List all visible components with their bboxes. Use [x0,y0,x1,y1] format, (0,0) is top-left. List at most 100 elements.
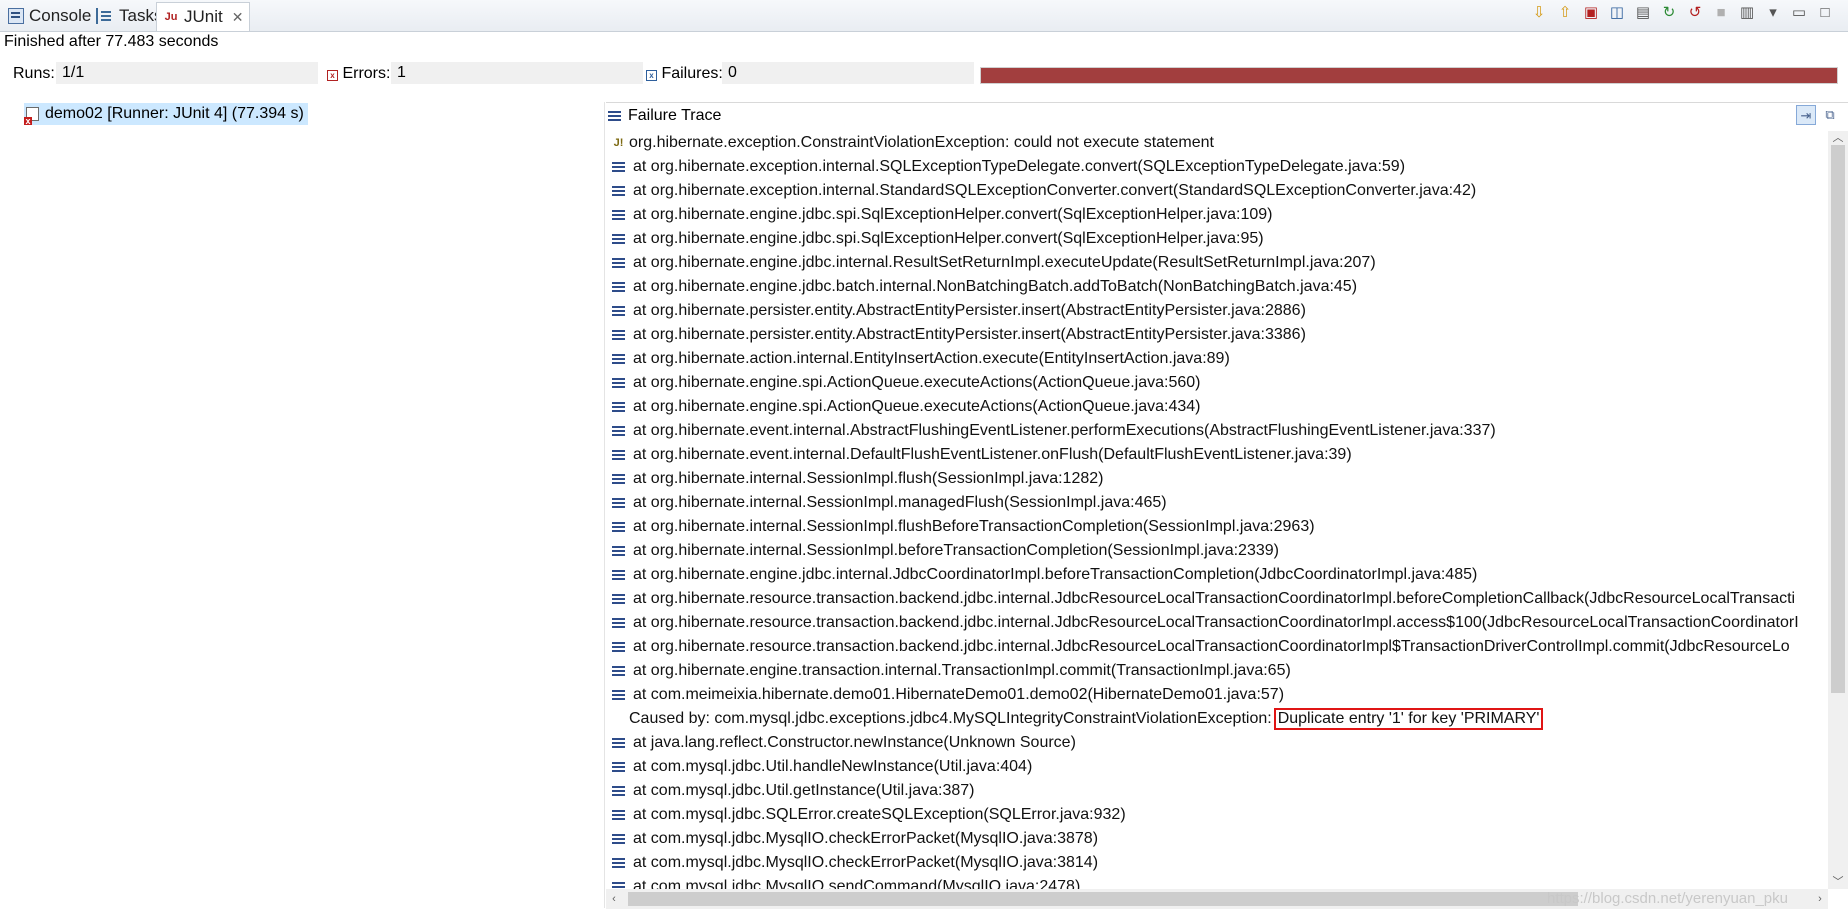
stack-frame-icon [612,737,625,749]
stack-frame-line[interactable]: at org.hibernate.engine.spi.ActionQueue.… [606,395,1824,419]
stack-frame-line[interactable]: at org.hibernate.engine.jdbc.spi.SqlExce… [606,227,1824,251]
vertical-scrollbar[interactable]: ︿ ﹀ [1828,131,1848,889]
stack-frame-icon [612,473,625,485]
trace-line-text: at org.hibernate.engine.jdbc.internal.Jd… [633,566,1478,583]
stack-frame-line[interactable]: at com.mysql.jdbc.MysqlIO.checkErrorPack… [606,851,1824,875]
horizontal-scrollbar[interactable]: ‹ https://blog.csdn.net/yerenyuan_pku › [606,889,1828,909]
filter-stack-trace-icon[interactable]: ⇥ [1796,105,1816,125]
caused-by-line[interactable]: Caused by: com.mysql.jdbc.exceptions.jdb… [606,707,1824,731]
trace-line-text: at com.mysql.jdbc.MysqlIO.checkErrorPack… [633,830,1099,847]
trace-line-text: at org.hibernate.engine.transaction.inte… [633,662,1291,679]
stack-frame-icon [612,857,625,869]
failure-icon: x [646,70,657,81]
trace-line-text: at org.hibernate.resource.transaction.ba… [633,614,1799,631]
horizontal-scroll-thumb[interactable] [628,892,1578,906]
stack-frame-line[interactable]: at org.hibernate.persister.entity.Abstra… [606,323,1824,347]
stop-icon[interactable]: ■ [1712,4,1730,22]
stack-trace-icon [608,110,621,122]
tasks-icon [96,8,114,24]
stack-frame-line[interactable]: at org.hibernate.resource.transaction.ba… [606,611,1824,635]
layout-icon[interactable]: ▥ [1738,4,1756,22]
stack-frame-icon [612,593,625,605]
trace-line-text: at org.hibernate.engine.spi.ActionQueue.… [633,374,1201,391]
exception-line[interactable]: J! org.hibernate.exception.ConstraintViol… [606,131,1824,155]
trace-line-text: at java.lang.reflect.Constructor.newInst… [633,734,1076,751]
test-tree-item[interactable]: demo02 [Runner: JUnit 4] (77.394 s) [24,103,308,125]
previous-failure-icon[interactable]: ⇧ [1556,4,1574,22]
scroll-up-icon[interactable]: ︿ [1828,131,1848,145]
scroll-down-icon[interactable]: ﹀ [1828,875,1848,889]
stack-frame-line[interactable]: at org.hibernate.exception.internal.Stan… [606,179,1824,203]
stack-frame-icon [612,641,625,653]
stack-frame-line[interactable]: at org.hibernate.action.internal.EntityI… [606,347,1824,371]
stack-frame-icon [612,209,625,221]
stack-frame-line[interactable]: at com.mysql.jdbc.Util.handleNewInstance… [606,755,1824,779]
stack-frame-line[interactable]: at org.hibernate.event.internal.Abstract… [606,419,1824,443]
finished-status: Finished after 77.483 seconds [4,33,219,50]
trace-line-text: at com.mysql.jdbc.Util.getInstance(Util.… [633,782,975,799]
stack-frame-line[interactable]: at org.hibernate.internal.SessionImpl.ma… [606,491,1824,515]
stack-frame-line[interactable]: at org.hibernate.event.internal.DefaultF… [606,443,1824,467]
view-tab-bar: Console Tasks Ju JUnit ✕ ⇩ ⇧ ▣ ◫ ▤ ↻ ↺ ■… [0,0,1848,32]
stack-frame-line[interactable]: at org.hibernate.engine.jdbc.internal.Re… [606,251,1824,275]
maximize-icon[interactable]: □ [1816,4,1834,22]
trace-line-text: at org.hibernate.internal.SessionImpl.fl… [633,518,1315,535]
tab-junit[interactable]: Ju JUnit ✕ [156,2,251,31]
stack-frame-line[interactable]: at com.mysql.jdbc.MysqlIO.checkErrorPack… [606,827,1824,851]
stack-frame-line[interactable]: at com.meimeixia.hibernate.demo01.Hibern… [606,683,1824,707]
trace-line-text: Caused by: com.mysql.jdbc.exceptions.jdb… [629,710,1272,727]
stack-frame-line[interactable]: at org.hibernate.internal.SessionImpl.fl… [606,467,1824,491]
failures-value: 0 [722,62,974,84]
stack-frame-line[interactable]: at com.mysql.jdbc.Util.getInstance(Util.… [606,779,1824,803]
pane-splitter[interactable] [604,102,605,908]
stack-frame-icon [612,761,625,773]
error-icon: x [327,70,338,81]
trace-line-text: at org.hibernate.resource.transaction.ba… [633,638,1790,655]
trace-line-text: at org.hibernate.persister.entity.Abstra… [633,326,1306,343]
rerun-failed-first-icon[interactable]: ↺ [1686,4,1704,22]
stack-frame-icon [612,161,625,173]
show-failures-only-icon[interactable]: ▣ [1582,4,1600,22]
stack-frame-line[interactable]: at org.hibernate.persister.entity.Abstra… [606,299,1824,323]
stack-frame-line[interactable]: at org.hibernate.internal.SessionImpl.be… [606,539,1824,563]
scroll-right-icon[interactable]: › [1812,892,1828,906]
close-icon[interactable]: ✕ [232,9,244,26]
stack-frame-line[interactable]: at org.hibernate.engine.jdbc.internal.Jd… [606,563,1824,587]
failures-label-group: x Failures: [646,65,723,83]
stack-frame-line[interactable]: at org.hibernate.engine.transaction.inte… [606,659,1824,683]
stack-frame-line[interactable]: at java.lang.reflect.Constructor.newInst… [606,731,1824,755]
trace-line-text: at org.hibernate.resource.transaction.ba… [633,590,1796,607]
failures-label: Failures: [661,65,723,82]
counter-panel: Runs: 1/1 x Errors: 1 x Failures: 0 [0,55,1848,92]
stack-frame-line[interactable]: at org.hibernate.engine.jdbc.batch.inter… [606,275,1824,299]
stack-frame-line[interactable]: at com.mysql.jdbc.MysqlIO.sendCommand(My… [606,875,1824,889]
trace-line-text: at com.mysql.jdbc.Util.handleNewInstance… [633,758,1033,775]
trace-line-text: at com.mysql.jdbc.MysqlIO.checkErrorPack… [633,854,1099,871]
trace-line-text: at org.hibernate.internal.SessionImpl.be… [633,542,1279,559]
stack-frame-line[interactable]: at org.hibernate.internal.SessionImpl.fl… [606,515,1824,539]
stack-frame-icon [612,665,625,677]
stack-frame-line[interactable]: at org.hibernate.resource.transaction.ba… [606,635,1824,659]
tab-console[interactable]: Console [2,2,97,30]
next-failure-icon[interactable]: ⇩ [1530,4,1548,22]
scroll-lock-icon[interactable]: ◫ [1608,4,1626,22]
compare-result-icon[interactable]: ⧉ [1820,105,1840,125]
stack-frame-line[interactable]: at org.hibernate.resource.transaction.ba… [606,587,1824,611]
trace-line-text: at com.meimeixia.hibernate.demo01.Hibern… [633,686,1285,703]
test-tree-item-label: demo02 [Runner: JUnit 4] (77.394 s) [45,105,304,122]
stack-frame-line[interactable]: at org.hibernate.engine.spi.ActionQueue.… [606,371,1824,395]
stack-frame-line[interactable]: at com.mysql.jdbc.SQLError.createSQLExce… [606,803,1824,827]
stack-frame-line[interactable]: at org.hibernate.exception.internal.SQLE… [606,155,1824,179]
tab-junit-label: JUnit [184,7,223,26]
view-menu-icon[interactable]: ▾ [1764,4,1782,22]
stack-frame-icon [612,425,625,437]
vertical-scroll-thumb[interactable] [1831,145,1845,693]
trace-line-text: at com.mysql.jdbc.SQLError.createSQLExce… [633,806,1126,823]
progress-bar [980,67,1838,84]
stack-frame-icon [612,329,625,341]
scroll-left-icon[interactable]: ‹ [606,892,622,906]
stack-frame-line[interactable]: at org.hibernate.engine.jdbc.spi.SqlExce… [606,203,1824,227]
rerun-test-icon[interactable]: ↻ [1660,4,1678,22]
history-icon[interactable]: ▤ [1634,4,1652,22]
minimize-icon[interactable]: ▭ [1790,4,1808,22]
